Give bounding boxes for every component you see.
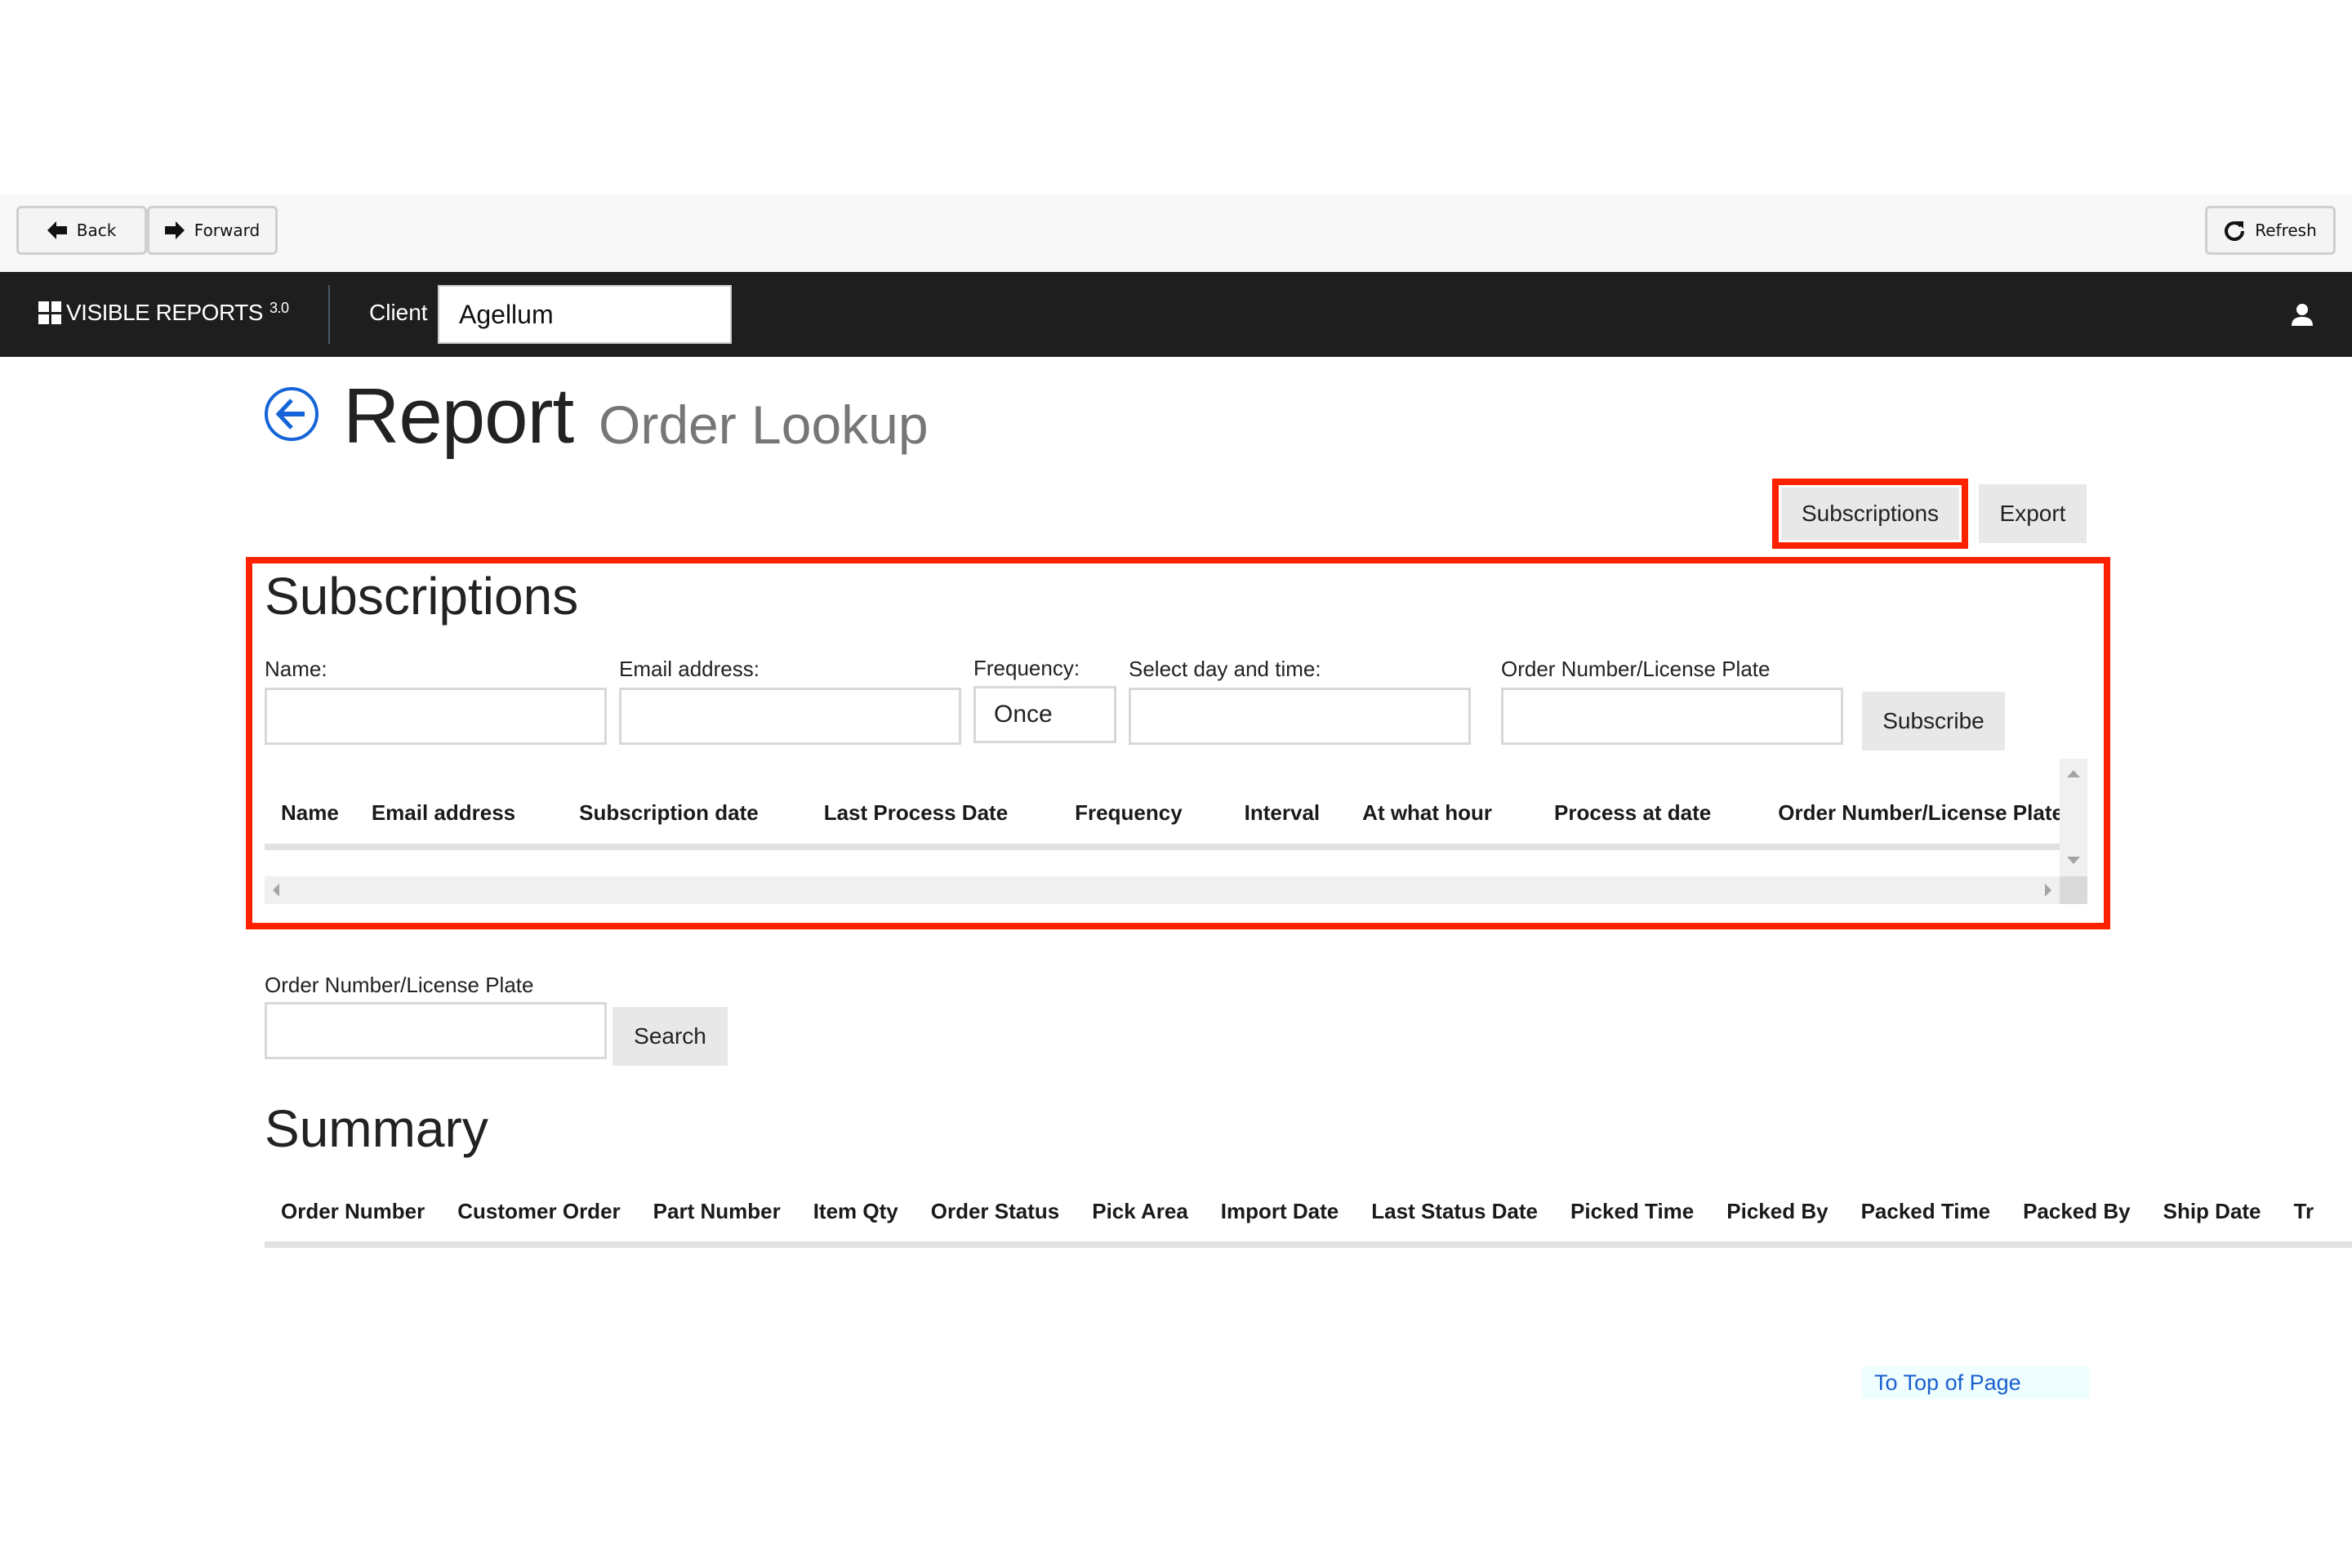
schedule-input[interactable] bbox=[1129, 688, 1471, 745]
column-header[interactable]: Interval bbox=[1228, 800, 1347, 826]
vertical-scrollbar[interactable] bbox=[2060, 759, 2087, 876]
summary-title: Summary bbox=[265, 1099, 488, 1158]
horizontal-scrollbar[interactable] bbox=[265, 876, 2060, 904]
column-header[interactable]: Customer Order bbox=[441, 1199, 636, 1224]
column-header[interactable]: Picked Time bbox=[1554, 1199, 1710, 1224]
column-header[interactable]: Order Status bbox=[915, 1199, 1076, 1224]
email-label: Email address: bbox=[619, 657, 760, 681]
column-header[interactable]: Tr bbox=[2278, 1199, 2331, 1224]
schedule-label: Select day and time: bbox=[1129, 657, 1321, 681]
column-header[interactable]: Name bbox=[265, 800, 355, 826]
back-button[interactable]: Back bbox=[16, 206, 147, 255]
subscriptions-table: Name Email address Subscription date Last P… bbox=[265, 760, 2060, 876]
column-header[interactable]: Picked By bbox=[1710, 1199, 1844, 1224]
export-button[interactable]: Export bbox=[1979, 484, 2087, 543]
summary-table: Order Number Customer Order Part Number Ite… bbox=[265, 1176, 2352, 1258]
client-input[interactable] bbox=[438, 285, 732, 344]
column-header[interactable]: Last Status Date bbox=[1355, 1199, 1554, 1224]
refresh-button[interactable]: Refresh bbox=[2205, 206, 2336, 255]
table-header-divider bbox=[265, 844, 2060, 850]
scroll-right-icon[interactable] bbox=[2045, 884, 2051, 897]
subscriptions-table-header: Name Email address Subscription date Last P… bbox=[265, 800, 2060, 826]
column-header[interactable]: Packed Time bbox=[1845, 1199, 2007, 1224]
table-header-divider bbox=[265, 1241, 2352, 1248]
back-label: Back bbox=[76, 220, 117, 240]
refresh-label: Refresh bbox=[2255, 220, 2317, 240]
column-header[interactable]: Order Number bbox=[265, 1199, 441, 1224]
to-top-link[interactable]: To Top of Page bbox=[1861, 1366, 2089, 1399]
column-header[interactable]: Order Number/License Plates bbox=[1762, 800, 2060, 826]
app-navbar: VISIBLE REPORTS 3.0 Client bbox=[0, 272, 2352, 357]
column-header[interactable]: Frequency bbox=[1058, 800, 1228, 826]
column-header[interactable]: Ship Date bbox=[2147, 1199, 2278, 1224]
browser-toolbar: Back Forward Refresh bbox=[0, 194, 2352, 272]
column-header[interactable]: Part Number bbox=[637, 1199, 797, 1224]
search-label: Order Number/License Plate bbox=[265, 973, 534, 997]
arrow-left-icon bbox=[47, 221, 67, 239]
scroll-up-icon[interactable] bbox=[2067, 770, 2080, 777]
search-input[interactable] bbox=[265, 1002, 607, 1059]
app-logo[interactable]: VISIBLE REPORTS 3.0 bbox=[38, 300, 289, 326]
user-icon[interactable] bbox=[2291, 303, 2314, 326]
subscribe-button[interactable]: Subscribe bbox=[1862, 692, 2005, 751]
arrow-right-icon bbox=[164, 221, 185, 239]
client-label: Client bbox=[369, 300, 428, 325]
back-arrow-circle-icon[interactable] bbox=[264, 386, 319, 442]
name-input[interactable] bbox=[265, 688, 607, 745]
frequency-select[interactable] bbox=[973, 686, 1116, 743]
forward-button[interactable]: Forward bbox=[147, 206, 278, 255]
column-header[interactable]: Subscription date bbox=[563, 800, 808, 826]
order-plate-input[interactable] bbox=[1501, 688, 1843, 745]
scroll-left-icon[interactable] bbox=[273, 884, 279, 897]
name-label: Name: bbox=[265, 657, 327, 681]
summary-table-header: Order Number Customer Order Part Number Ite… bbox=[265, 1199, 2330, 1224]
subscriptions-button[interactable]: Subscriptions bbox=[1781, 488, 1959, 540]
column-header[interactable]: Last Process Date bbox=[808, 800, 1058, 826]
search-button[interactable]: Search bbox=[612, 1007, 728, 1066]
column-header[interactable]: At what hour bbox=[1346, 800, 1538, 826]
column-header[interactable]: Email address bbox=[355, 800, 563, 826]
refresh-icon bbox=[2225, 221, 2245, 241]
scrollbar-corner bbox=[2060, 876, 2087, 904]
column-header[interactable]: Item Qty bbox=[797, 1199, 915, 1224]
subscriptions-title: Subscriptions bbox=[265, 567, 579, 626]
scroll-down-icon[interactable] bbox=[2067, 857, 2080, 864]
column-header[interactable]: Process at date bbox=[1538, 800, 1762, 826]
page-title: Report bbox=[343, 372, 574, 460]
nav-divider bbox=[328, 285, 330, 344]
page-subtitle: Order Lookup bbox=[599, 394, 929, 455]
column-header[interactable]: Pick Area bbox=[1076, 1199, 1205, 1224]
app-name: VISIBLE REPORTS bbox=[66, 300, 263, 325]
column-header[interactable]: Packed By bbox=[2007, 1199, 2147, 1224]
frequency-label: Frequency: bbox=[973, 656, 1080, 680]
forward-label: Forward bbox=[194, 220, 261, 240]
app-version: 3.0 bbox=[269, 299, 289, 316]
column-header[interactable]: Import Date bbox=[1205, 1199, 1355, 1224]
grid-icon bbox=[38, 301, 61, 324]
order-plate-label: Order Number/License Plate bbox=[1501, 657, 1771, 681]
email-input[interactable] bbox=[619, 688, 961, 745]
